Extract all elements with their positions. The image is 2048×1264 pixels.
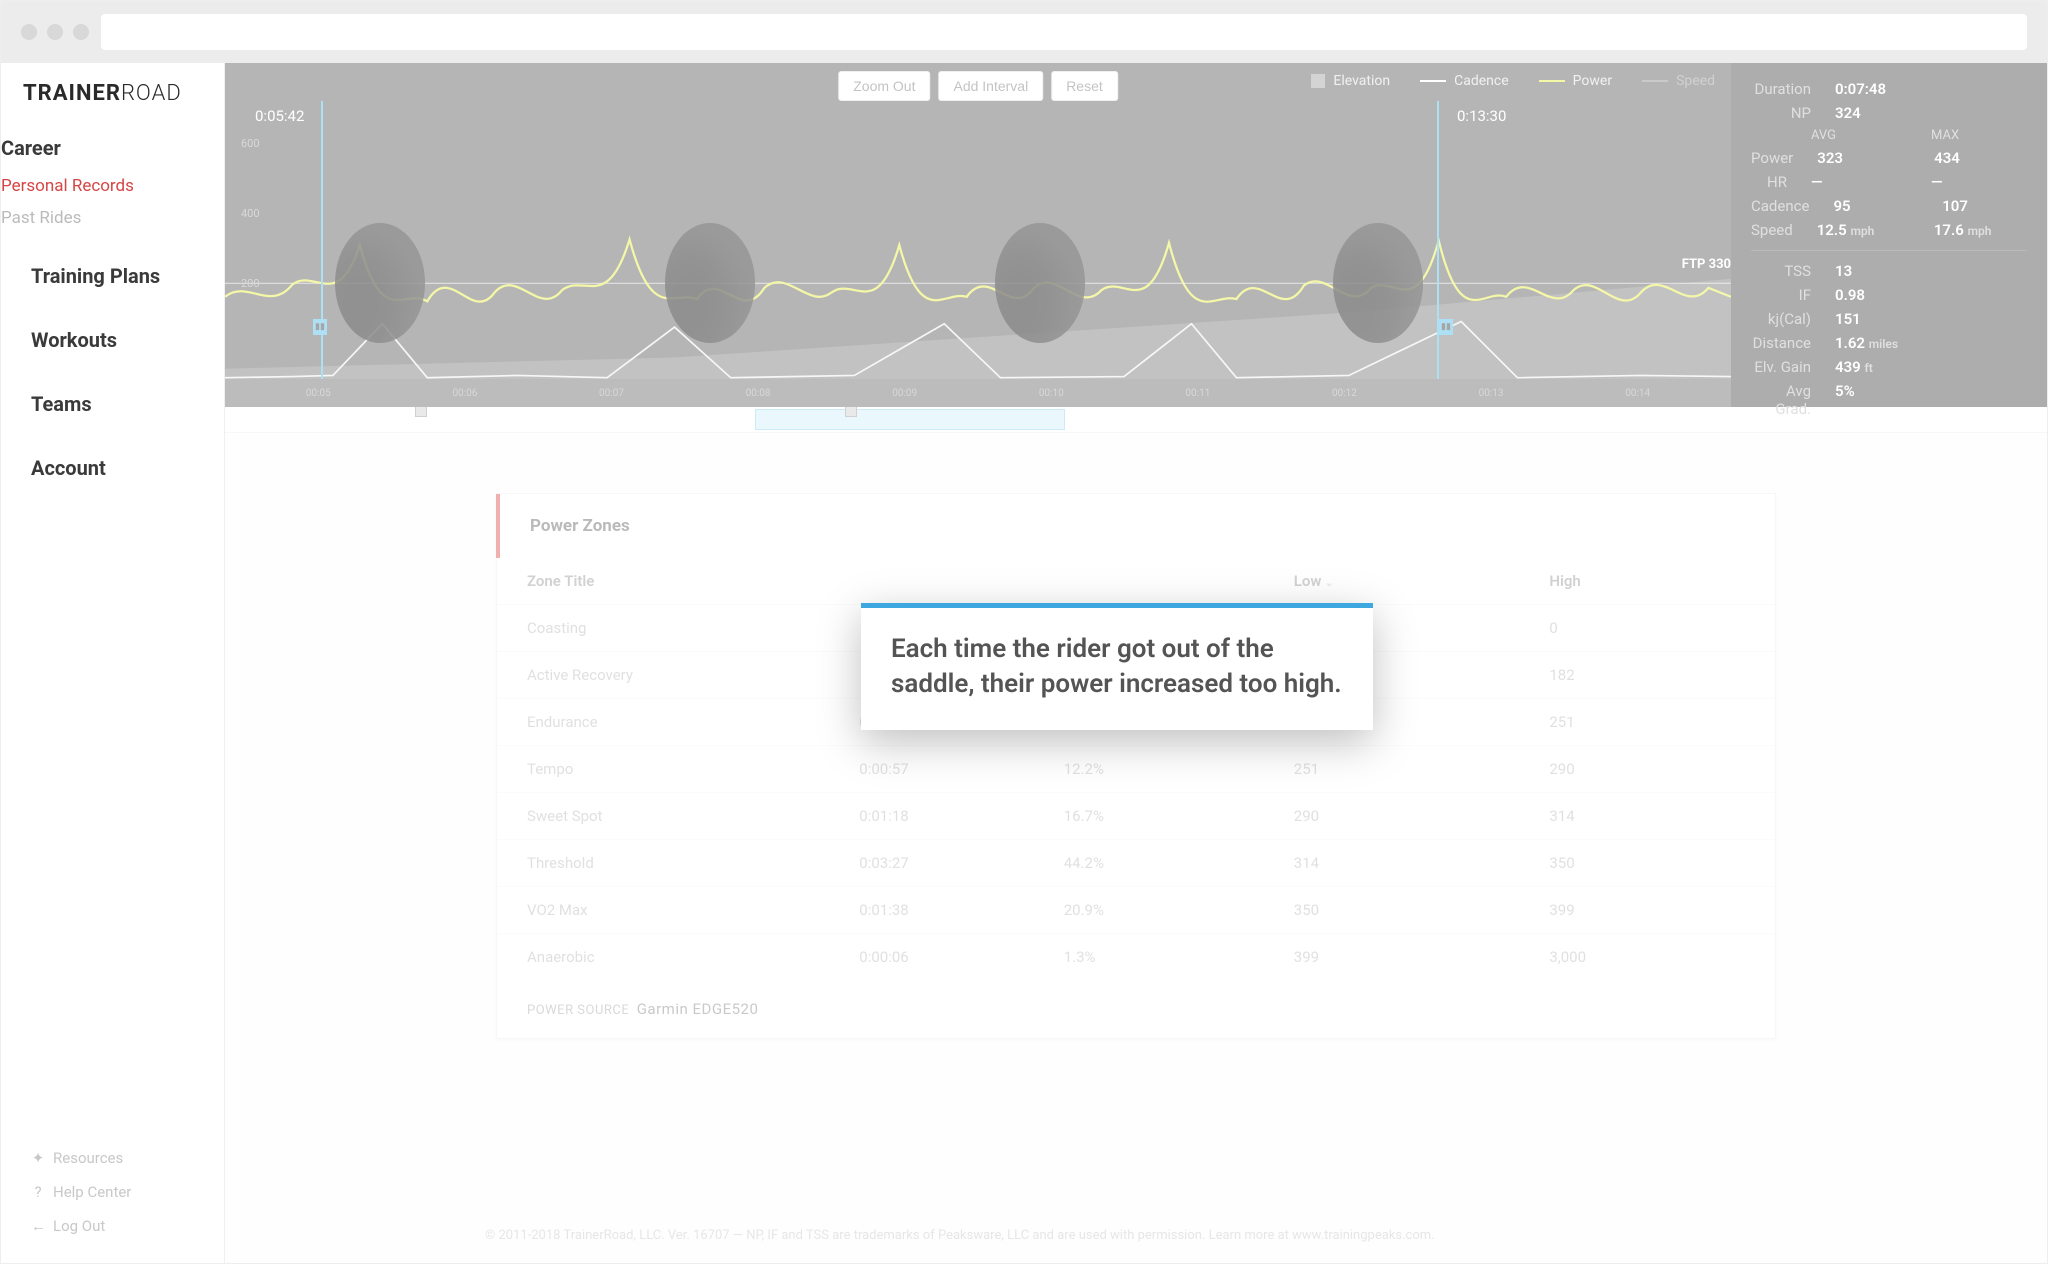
nav-logout[interactable]: ←Log Out	[31, 1209, 224, 1243]
browser-chrome	[1, 1, 2047, 63]
nav-account[interactable]: Account	[31, 446, 224, 490]
nav-past-rides[interactable]: Past Rides	[1, 202, 224, 234]
nav-career[interactable]: Career	[1, 126, 224, 170]
nav-teams[interactable]: Teams	[31, 382, 224, 426]
nav-help-center[interactable]: ?Help Center	[31, 1175, 224, 1209]
window-dot[interactable]	[21, 24, 37, 40]
sidebar: TRAINERROAD Career Personal Records Past…	[1, 63, 225, 1263]
nav-workouts[interactable]: Workouts	[31, 318, 224, 362]
nav-training-plans[interactable]: Training Plans	[31, 254, 224, 298]
nav-personal-records[interactable]: Personal Records	[1, 170, 224, 202]
nav-resources[interactable]: ✦Resources	[31, 1141, 224, 1175]
logo: TRAINERROAD	[1, 63, 224, 116]
main-content: Zoom Out Add Interval Reset Elevation Ca…	[225, 63, 2047, 1263]
window-dot[interactable]	[47, 24, 63, 40]
window-dot[interactable]	[73, 24, 89, 40]
annotation-callout: Each time the rider got out of the saddl…	[861, 603, 1373, 730]
url-bar[interactable]	[101, 14, 2027, 50]
